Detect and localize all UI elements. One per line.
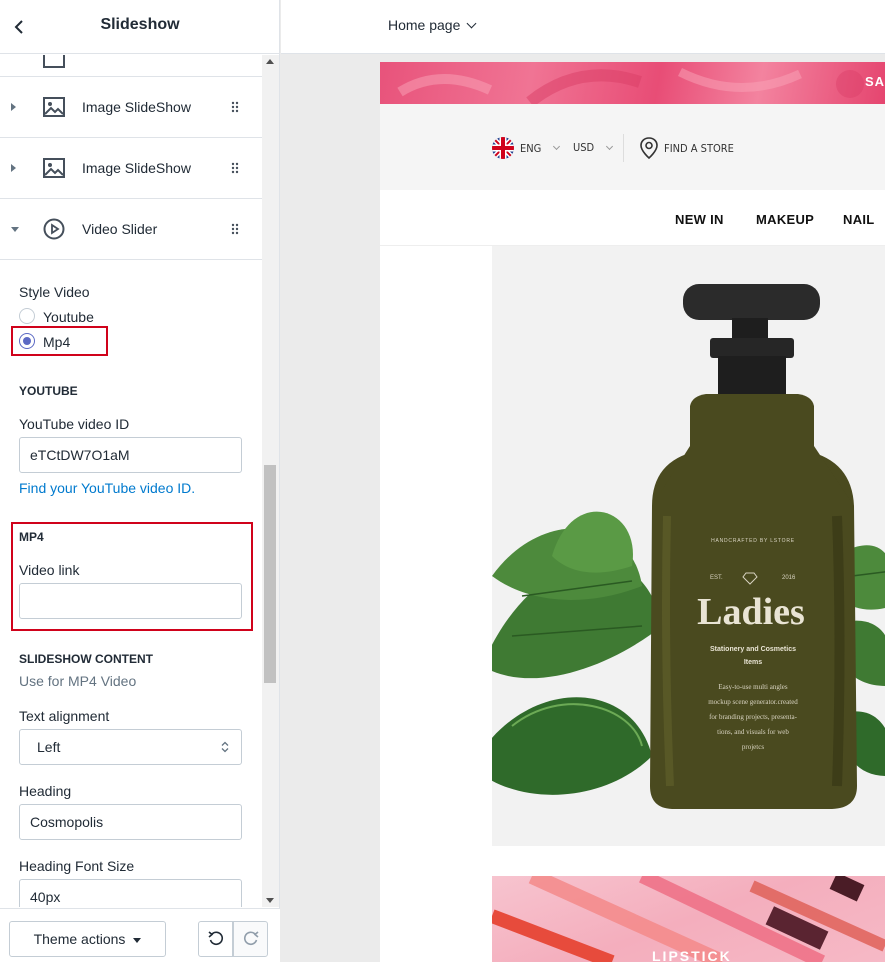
- theme-actions-label: Theme actions: [33, 931, 126, 947]
- image-icon: [43, 55, 65, 68]
- page-selector[interactable]: Home page: [388, 17, 477, 33]
- radio-youtube-label[interactable]: Youtube: [43, 309, 94, 325]
- utility-divider: [623, 134, 624, 162]
- find-store-link[interactable]: FIND A STORE: [639, 136, 734, 160]
- caret-down-icon[interactable]: [11, 226, 19, 232]
- caret-right-icon[interactable]: [11, 103, 16, 111]
- sidebar-footer: Theme actions: [0, 908, 280, 962]
- sidebar-title: Slideshow: [100, 16, 180, 33]
- heading-font-size-input[interactable]: 40px: [19, 879, 242, 907]
- scroll-down-arrow-icon[interactable]: [266, 898, 274, 903]
- preview-topbar: Home page: [281, 0, 885, 54]
- block-image-slideshow-1[interactable]: Image SlideShow: [0, 77, 262, 138]
- bottle-desc-5: projetcs: [742, 743, 764, 751]
- page-selector-label: Home page: [388, 17, 461, 33]
- undo-button[interactable]: [198, 921, 233, 957]
- theme-actions-button[interactable]: Theme actions: [9, 921, 166, 957]
- drag-handle-icon[interactable]: [231, 101, 239, 113]
- store-preview: SA ENG USD FIND A STORE NEW IN MAKEUP NA…: [380, 62, 885, 962]
- drag-handle-icon[interactable]: [231, 162, 239, 174]
- caret-right-icon[interactable]: [11, 164, 16, 172]
- scroll-up-arrow-icon[interactable]: [266, 59, 274, 64]
- bottle-title: Ladies: [697, 591, 805, 633]
- image-icon: [43, 158, 65, 178]
- slideshow-content-help: Use for MP4 Video: [19, 673, 137, 689]
- redo-icon: [243, 931, 259, 946]
- promo-texture: [397, 67, 864, 104]
- block-label: Image SlideShow: [82, 160, 191, 176]
- bottle-year-text: 2016: [782, 575, 796, 581]
- main-navigation: NEW IN MAKEUP NAIL: [380, 190, 885, 246]
- heading-font-size-label: Heading Font Size: [19, 858, 135, 874]
- heading-value: Cosmopolis: [30, 814, 104, 830]
- radio-mp4-label[interactable]: Mp4: [43, 334, 70, 350]
- map-pin-icon: [640, 137, 658, 160]
- undo-icon: [207, 931, 223, 946]
- utility-bar: ENG USD FIND A STORE: [380, 104, 885, 190]
- heading-input[interactable]: Cosmopolis: [19, 804, 242, 840]
- scrollbar-thumb[interactable]: [264, 465, 276, 683]
- caret-down-icon: [133, 938, 142, 943]
- block-label: Image SlideShow: [82, 99, 191, 115]
- bottle-est-text: EST.: [710, 575, 723, 581]
- nav-item-nail[interactable]: NAIL: [843, 212, 875, 227]
- select-arrows-icon: [221, 741, 229, 753]
- radio-mp4[interactable]: [19, 333, 35, 349]
- image-icon: [43, 97, 65, 117]
- slideshow-content-heading: SLIDESHOW CONTENT: [19, 652, 153, 666]
- sidebar-scrollbar[interactable]: [262, 55, 279, 907]
- video-link-label: Video link: [19, 562, 80, 578]
- text-alignment-value: Left: [37, 739, 61, 755]
- play-circle-icon: [43, 218, 65, 240]
- currency-label: USD: [573, 141, 595, 154]
- bottle-subtitle-2: Items: [744, 659, 762, 666]
- chevron-down-icon: [553, 142, 561, 151]
- nav-item-makeup[interactable]: MAKEUP: [756, 212, 814, 227]
- heading-label: Heading: [19, 783, 72, 799]
- bottle-desc-4: tions, and visuals for web: [717, 728, 789, 736]
- text-alignment-label: Text alignment: [19, 708, 110, 724]
- hero-slide[interactable]: HANDCRAFTED BY LSTORE EST. 2016 Ladies S…: [492, 246, 885, 846]
- video-link-input[interactable]: [19, 583, 242, 619]
- currency-selector[interactable]: USD: [573, 141, 614, 154]
- bottle-desc-1: Easy-to-use multi angles: [718, 683, 787, 691]
- nav-item-new-in[interactable]: NEW IN: [675, 212, 724, 227]
- redo-button[interactable]: [233, 921, 268, 957]
- lipstick-text: LIPSTICK: [652, 948, 732, 962]
- promo-text: SA: [864, 74, 885, 89]
- find-store-label: FIND A STORE: [664, 141, 734, 155]
- uk-flag-icon: [492, 137, 514, 159]
- mp4-heading: MP4: [19, 530, 44, 544]
- text-alignment-select[interactable]: Left: [19, 729, 242, 765]
- chevron-down-icon: [466, 18, 477, 28]
- language-selector[interactable]: ENG: [491, 136, 561, 160]
- sidebar-header: Slideshow: [0, 0, 280, 54]
- radio-youtube[interactable]: [19, 308, 35, 324]
- sidebar-scroll-area: Image SlideShow Image SlideShow Video Sl…: [0, 55, 262, 907]
- block-row-partial[interactable]: [0, 55, 262, 77]
- lipstick-banner[interactable]: LIPSTICK: [492, 876, 885, 962]
- youtube-id-value: eTCtDW7O1aM: [30, 447, 130, 463]
- language-label: ENG: [520, 141, 542, 155]
- hero-product-image: HANDCRAFTED BY LSTORE EST. 2016 Ladies S…: [492, 284, 885, 809]
- block-video-slider[interactable]: Video Slider: [0, 199, 262, 260]
- bottle-brand-text: HANDCRAFTED BY LSTORE: [711, 538, 795, 544]
- chevron-down-icon: [606, 142, 614, 150]
- promo-banner[interactable]: SA: [380, 62, 885, 104]
- youtube-id-help-link[interactable]: Find your YouTube video ID.: [19, 480, 195, 496]
- theme-editor-sidebar: Slideshow Image SlideShow Image SlideSho…: [0, 0, 280, 962]
- bottle-desc-3: for branding projects, presenta-: [709, 713, 798, 721]
- block-label: Video Slider: [82, 221, 158, 237]
- youtube-heading: YOUTUBE: [19, 384, 78, 398]
- block-image-slideshow-2[interactable]: Image SlideShow: [0, 138, 262, 199]
- bottle-subtitle-1: Stationery and Cosmetics: [710, 646, 796, 653]
- heading-font-size-value: 40px: [30, 889, 61, 905]
- youtube-id-label: YouTube video ID: [19, 416, 130, 432]
- bottle-desc-2: mockup scene generator.created: [708, 698, 798, 706]
- drag-handle-icon[interactable]: [231, 223, 239, 235]
- style-video-label: Style Video: [19, 284, 90, 300]
- youtube-id-input[interactable]: eTCtDW7O1aM: [19, 437, 242, 473]
